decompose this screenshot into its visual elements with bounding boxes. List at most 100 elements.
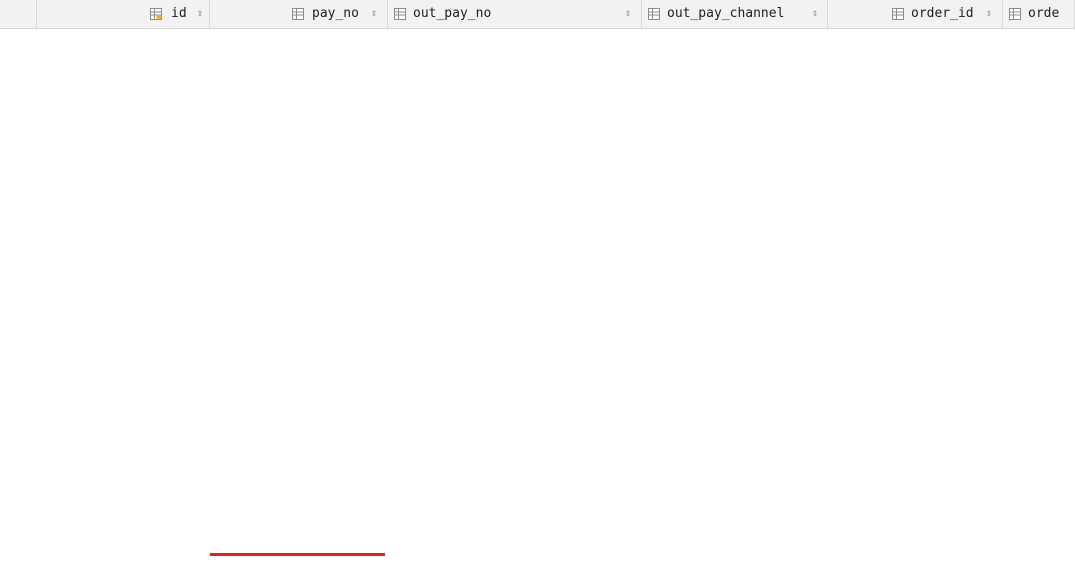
cell-order-id[interactable]: 1577258681653280768 [828, 91, 1003, 115]
table-row[interactable]: 14 1629702831852335105 1629702831841046528… [0, 237, 1075, 261]
cell-out-pay-no[interactable]: <null> [388, 505, 642, 529]
cell-order-id[interactable]: 1629685314580127744 [828, 335, 1003, 359]
cell-order-id[interactable]: 1623527995495899136 [828, 188, 1003, 212]
cell-id[interactable]: 1629707491401121794 [37, 432, 210, 456]
cell-order-id[interactable]: 1629685314580127744 [828, 237, 1003, 261]
cell-pay-no[interactable]: 1577239361225244672 [210, 67, 388, 91]
cell-id[interactable]: 1629704611843584001 [37, 286, 210, 310]
cell-orde[interactable]: java网络 [1003, 481, 1075, 505]
column-header-out-pay-channel[interactable]: out_pay_channel ⇕ [642, 0, 828, 28]
table-row[interactable]: 9 1585094781699452930 1585094781684236288 <… [0, 115, 1075, 139]
cell-order-id[interactable]: 1629685314580127744 [828, 456, 1003, 480]
table-row[interactable]: 20 1629707229131292674 1629707229132795904… [0, 383, 1075, 407]
cell-pay-no[interactable]: 1629707376256397312 [210, 408, 388, 432]
cell-pay-no[interactable]: 1629705634894622720 [210, 359, 388, 383]
sort-toggle-icon[interactable]: ⇕ [986, 0, 992, 28]
cell-order-id[interactable]: 1629685314580127744 [828, 408, 1003, 432]
table-row[interactable]: 6 1577237009017651202 1577237008990695424 <… [0, 42, 1075, 66]
cell-out-pay-no[interactable]: <null> [388, 383, 642, 407]
cell-channel[interactable]: <null> [642, 408, 828, 432]
cell-channel[interactable]: <null> [642, 115, 828, 139]
cell-orde[interactable]: java网络 [1003, 383, 1075, 407]
table-row[interactable]: 26 1629732542125023234 1629732542107758592… [0, 529, 1075, 553]
cell-channel[interactable]: 603002 [642, 140, 828, 164]
cell-pay-no[interactable]: 1577237008990695424 [210, 42, 388, 66]
table-row[interactable]: 15 1629703627901808642 1629703627887730688… [0, 262, 1075, 286]
cell-orde[interactable]: java网络 [1003, 529, 1075, 553]
cell-order-id[interactable]: 1577177773194113024 [828, 67, 1003, 91]
cell-channel[interactable]: <null> [642, 432, 828, 456]
cell-pay-no[interactable]: 1629703627887730688 [210, 262, 388, 286]
cell-orde[interactable]: java网络 [1003, 237, 1075, 261]
cell-orde[interactable]: java网络 [1003, 408, 1075, 432]
cell-id[interactable]: 1629685380699684865 [37, 213, 210, 237]
cell-pay-no[interactable]: 1629685380690747392 [210, 213, 388, 237]
table-row[interactable]: 24 1629707788647251969 1629707788648755200… [0, 481, 1075, 505]
cell-channel[interactable]: <null> [642, 505, 828, 529]
cell-orde[interactable]: Nacos微 [1003, 91, 1075, 115]
table-row[interactable]: 21 1629707376254894082 1629707376256397312… [0, 408, 1075, 432]
table-row[interactable]: 25 1629707864299913217 1629707864305610752… [0, 505, 1075, 529]
sort-toggle-icon[interactable]: ⇕ [371, 0, 377, 28]
cell-id[interactable]: 1629705634914091010 [37, 359, 210, 383]
cell-channel[interactable]: <null> [642, 529, 828, 553]
cell-pay-no[interactable]: 1629704915304177664 [210, 310, 388, 334]
cell-id[interactable]: 1577419635984793601 [37, 91, 210, 115]
cell-id[interactable]: 1629704915297284098 [37, 310, 210, 334]
table-row[interactable]: 8 1577419635984793601 1577419635962195968 2… [0, 91, 1075, 115]
cell-orde[interactable]: 测试课程0 [1003, 42, 1075, 66]
table-row[interactable]: 17 1629704915297284098 1629704915304177664… [0, 310, 1075, 334]
cell-order-id[interactable]: 1629685314580127744 [828, 505, 1003, 529]
cell-out-pay-no[interactable]: <null> [388, 286, 642, 310]
cell-channel[interactable]: <null> [642, 262, 828, 286]
cell-orde[interactable]: java网络 [1003, 335, 1075, 359]
cell-channel[interactable]: <null> [642, 456, 828, 480]
cell-id[interactable]: 1629707229131292674 [37, 383, 210, 407]
cell-order-id[interactable]: 1629685314580127744 [828, 481, 1003, 505]
table-row[interactable]: 23 1629707653800378369 1629707653797687296… [0, 456, 1075, 480]
cell-order-id[interactable]: 1585094781512269824 [828, 140, 1003, 164]
cell-id[interactable]: 1629707788647251969 [37, 481, 210, 505]
cell-out-pay-no[interactable]: 2022102622001422760505751132 [388, 164, 642, 188]
cell-order-id[interactable]: 1629685314580127744 [828, 310, 1003, 334]
cell-id[interactable]: 1629703627901808642 [37, 262, 210, 286]
cell-pay-no[interactable]: 1623527995592368128 [210, 188, 388, 212]
cell-order-id[interactable]: 1629685314580127744 [828, 213, 1003, 237]
cell-id[interactable]: 1629732542125023234 [37, 529, 210, 553]
cell-pay-no[interactable]: 1629707653797687296 [210, 456, 388, 480]
cell-out-pay-no[interactable]: <null> [388, 432, 642, 456]
cell-out-pay-no[interactable]: <null> [388, 115, 642, 139]
cell-pay-no[interactable]: 1629707864305610752 [210, 505, 388, 529]
cell-id[interactable]: 1585094781699452930 [37, 115, 210, 139]
cell-channel[interactable]: 603002 [642, 188, 828, 212]
cell-channel[interactable]: <null> [642, 286, 828, 310]
cell-pay-no[interactable]: 1577419635962195968 [210, 91, 388, 115]
cell-out-pay-no[interactable]: <null> [388, 237, 642, 261]
table-row[interactable]: 16 1629704611843584001 1629704611846283264… [0, 286, 1075, 310]
cell-order-id[interactable]: 1629685314580127744 [828, 359, 1003, 383]
table-row[interactable]: 12 1623527995601891329 1623527995592368128… [0, 188, 1075, 212]
cell-out-pay-no[interactable]: <null> [388, 359, 642, 383]
cell-order-id[interactable]: 1577177773194113024 [828, 42, 1003, 66]
sort-toggle-icon[interactable]: ⇕ [812, 0, 818, 28]
cell-channel[interactable]: <null> [642, 213, 828, 237]
cell-pay-no[interactable]: 1629732542107758592 [210, 529, 388, 553]
cell-orde[interactable]: java零基 [1003, 164, 1075, 188]
column-header-order-id[interactable]: order_id ⇕ [828, 0, 1003, 28]
cell-order-id[interactable]: 1629685314580127744 [828, 286, 1003, 310]
cell-channel[interactable]: <null> [642, 481, 828, 505]
cell-channel[interactable]: <null> [642, 383, 828, 407]
cell-orde[interactable]: java零基 [1003, 140, 1075, 164]
cell-id[interactable]: 1629702831852335105 [37, 237, 210, 261]
cell-pay-no[interactable]: 1629707229132795904 [210, 383, 388, 407]
cell-pay-no[interactable]: 1585094781684236288 [210, 115, 388, 139]
cell-channel[interactable]: <null> [642, 359, 828, 383]
cell-out-pay-no[interactable]: <null> [388, 335, 642, 359]
cell-orde[interactable]: java网络 [1003, 359, 1075, 383]
cell-channel[interactable]: <null> [642, 67, 828, 91]
cell-pay-no[interactable]: 1585118358214623232 [210, 164, 388, 188]
table-row[interactable]: 18 1629704984419414017 1629704984422113280… [0, 335, 1075, 359]
cell-out-pay-no[interactable]: <null> [388, 262, 642, 286]
column-header-out-pay-no[interactable]: out_pay_no ⇕ [388, 0, 642, 28]
sort-toggle-icon[interactable]: ⇕ [197, 0, 203, 28]
